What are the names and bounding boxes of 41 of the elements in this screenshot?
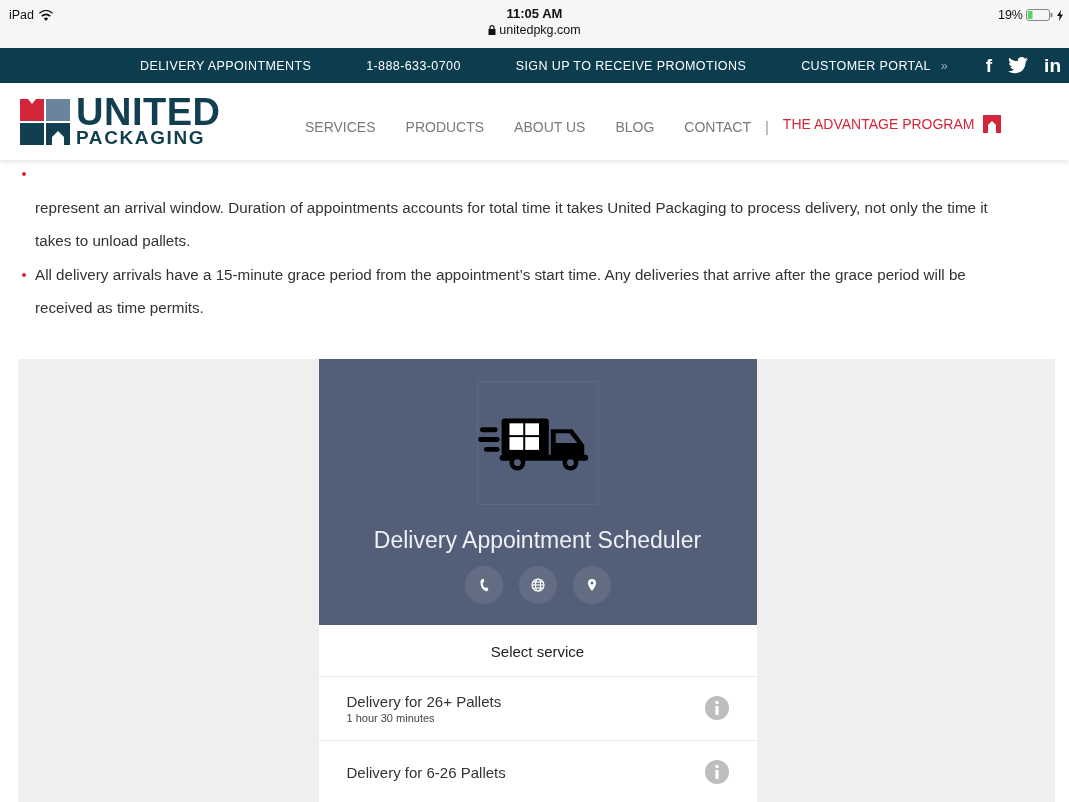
nav-link[interactable]: SERVICES — [305, 118, 376, 135]
bullet-text: All delivery arrivals have a 15-minute grace period from the appointment’s start time. Any deliveries that arrive after the grace period will be received as time permits. — [35, 264, 967, 318]
top-bar-link[interactable]: CUSTOMER PORTAL » — [801, 58, 949, 73]
lock-icon — [488, 25, 497, 35]
top-bar-link[interactable]: DELIVERY APPOINTMENTS — [140, 58, 312, 73]
advantage-program-link[interactable]: THE ADVANTAGE PROGRAM — [782, 115, 975, 132]
globe-icon — [530, 577, 545, 592]
service-duration: 1 hour 30 minutes — [346, 711, 436, 724]
clock: 11:05 AM — [506, 6, 563, 21]
battery-icon — [1026, 9, 1054, 21]
charging-icon — [1057, 9, 1063, 21]
device-name: iPad — [9, 8, 35, 22]
house-icon — [983, 114, 1002, 133]
url-text[interactable]: unitedpkg.com — [499, 23, 581, 37]
social-link[interactable]: f — [985, 54, 993, 77]
nav-link[interactable]: BLOG — [615, 118, 655, 135]
map-pin-icon — [586, 577, 597, 592]
contact-button[interactable] — [572, 565, 611, 604]
social-link[interactable]: in — [1044, 54, 1061, 77]
service-name: Delivery for 6-26 Pallets — [346, 763, 506, 781]
section-heading: Select service — [318, 624, 757, 677]
phone-icon — [478, 577, 489, 592]
service-name: Delivery for 26+ Pallets — [346, 692, 502, 710]
wifi-icon — [39, 9, 54, 21]
nav-link[interactable]: ABOUT US — [514, 118, 586, 135]
logo-subtitle[interactable]: PACKAGING — [76, 127, 221, 148]
contact-button[interactable] — [518, 565, 557, 604]
logo-icon[interactable] — [20, 98, 70, 145]
bullet-dot — [22, 172, 26, 176]
nav-separator: | — [764, 118, 769, 135]
nav-link[interactable]: PRODUCTS — [405, 118, 485, 135]
top-bar-link[interactable]: SIGN UP TO RECEIVE PROMOTIONS — [515, 58, 747, 73]
contact-button[interactable] — [464, 565, 503, 604]
battery-percent: 19% — [997, 8, 1023, 22]
bird-icon[interactable] — [1008, 57, 1029, 74]
scheduler-title: Delivery Appointment Scheduler — [373, 526, 702, 554]
bullet-dot — [22, 272, 26, 277]
top-bar-link[interactable]: 1-888-633-0700 — [366, 58, 461, 73]
bullet-text: represent an arrival window. Duration of appointments accounts for total time it takes United Packaging to process delivery, not only the time it takes to unload pallets. — [35, 197, 989, 251]
nav-link[interactable]: CONTACT — [684, 118, 751, 135]
logo-wordmark[interactable]: UNITED — [76, 95, 221, 128]
